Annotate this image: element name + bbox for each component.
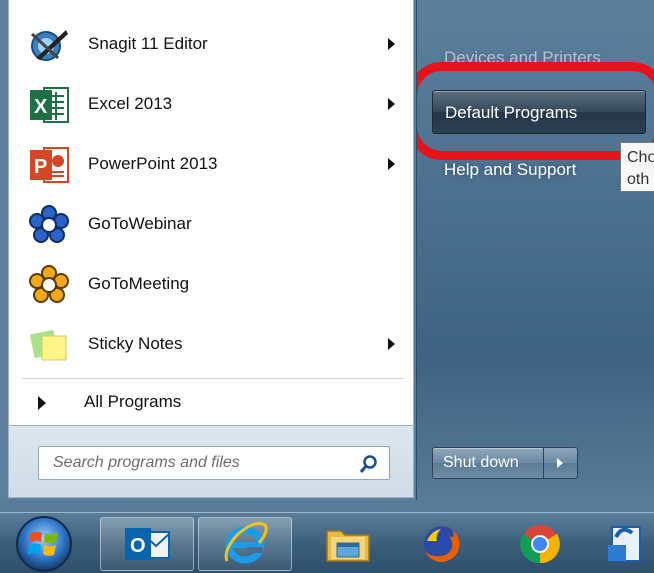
firefox-icon [424, 525, 460, 562]
submenu-arrow-icon[interactable] [388, 158, 395, 170]
program-label: Sticky Notes [88, 334, 183, 353]
svg-text:X: X [34, 96, 48, 118]
gotowebinar-icon [29, 205, 69, 243]
program-label: Snagit 11 Editor [88, 34, 208, 53]
svg-text:O: O [130, 535, 146, 557]
tooltip-line-2: oth [627, 171, 650, 188]
program-item-gotowebinar[interactable]: GoToWebinar [14, 196, 412, 252]
shut-down-options-button[interactable] [544, 447, 578, 479]
taskbar-outlook[interactable]: O [100, 517, 194, 571]
gotomeeting-icon [29, 265, 69, 303]
start-button[interactable] [14, 512, 74, 572]
snagit-icon [30, 30, 68, 61]
highlight-circle [408, 62, 654, 160]
search-icon[interactable] [359, 454, 379, 474]
program-item-sticky-notes[interactable]: Sticky Notes [14, 316, 412, 372]
partial-app-icon [608, 526, 641, 562]
submenu-arrow-icon[interactable] [388, 98, 395, 110]
submenu-arrow-icon[interactable] [388, 38, 395, 50]
program-item-gotomeeting[interactable]: GoToMeeting [14, 256, 412, 312]
program-item-excel[interactable]: X Excel 2013 [14, 76, 412, 132]
help-and-support-link[interactable]: Help and Support [444, 160, 576, 180]
shut-down-label: Shut down [443, 454, 519, 471]
taskbar-file-explorer[interactable] [302, 517, 394, 571]
tooltip: Cho oth [620, 142, 654, 192]
internet-explorer-icon [224, 521, 268, 564]
taskbar-partial-app[interactable] [600, 517, 654, 571]
search-placeholder: Search programs and files [53, 454, 240, 471]
powerpoint-icon: P [30, 147, 69, 183]
program-label: GoToMeeting [88, 274, 190, 293]
program-item-powerpoint[interactable]: P PowerPoint 2013 [14, 136, 412, 192]
program-label: PowerPoint 2013 [88, 154, 218, 173]
chrome-icon [520, 525, 560, 564]
taskbar-internet-explorer[interactable] [198, 517, 292, 571]
file-explorer-icon [326, 530, 370, 562]
taskbar-firefox[interactable] [396, 517, 488, 571]
outlook-icon: O [125, 528, 170, 560]
chevron-right-icon [557, 458, 563, 468]
search-input[interactable]: Search programs and files [38, 446, 390, 480]
program-label: GoToWebinar [88, 214, 192, 233]
separator [22, 378, 404, 379]
sticky-notes-icon [29, 329, 67, 361]
excel-icon: X [30, 87, 69, 123]
triangle-right-icon [38, 396, 46, 410]
svg-text:P: P [34, 156, 47, 178]
submenu-arrow-icon[interactable] [388, 338, 395, 350]
all-programs-button[interactable]: All Programs [84, 392, 181, 412]
program-label: Excel 2013 [88, 94, 173, 113]
tooltip-line-1: Cho [627, 149, 654, 166]
taskbar: O [0, 512, 654, 573]
program-item-snagit[interactable]: Snagit 11 Editor [14, 16, 412, 72]
taskbar-chrome[interactable] [494, 517, 586, 571]
shut-down-button[interactable]: Shut down [432, 447, 544, 479]
